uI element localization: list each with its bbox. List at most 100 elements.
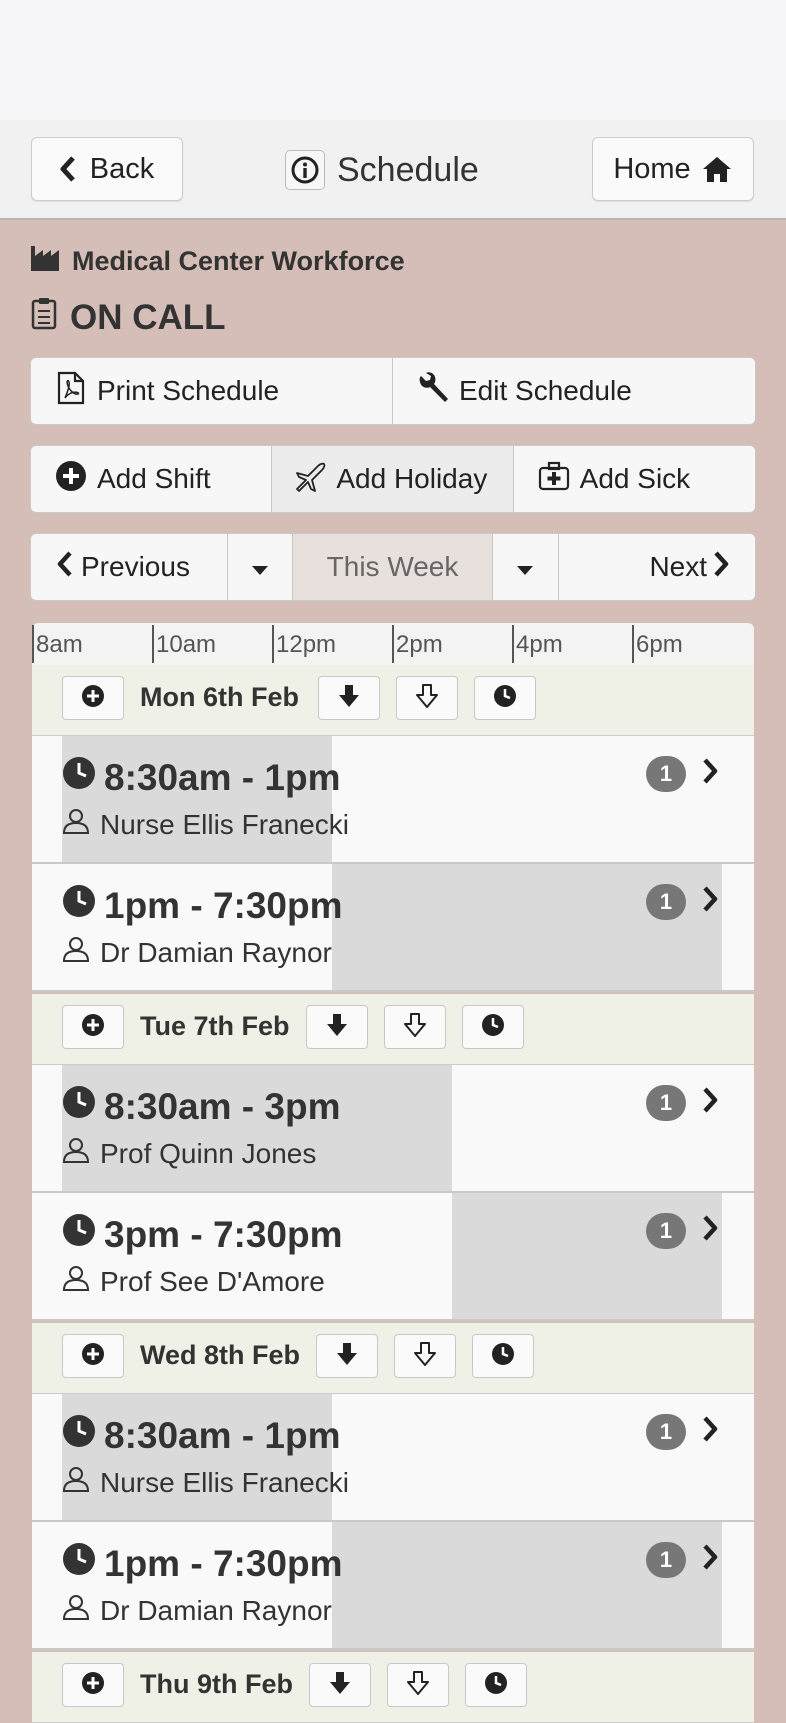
clock-icon [493, 684, 517, 713]
print-schedule-button[interactable]: Print Schedule [31, 358, 393, 424]
roster-name: ON CALL [70, 297, 226, 337]
download-solid-button[interactable] [316, 1334, 378, 1378]
add-day-shift-button[interactable] [62, 1005, 124, 1049]
user-icon [62, 1265, 90, 1298]
shift-time: 8:30am - 3pm [62, 1085, 341, 1128]
plus-circle-icon [81, 684, 105, 713]
clock-button[interactable] [462, 1005, 524, 1049]
day-label: Mon 6th Feb [140, 682, 299, 712]
shift-person: Nurse Ellis Franecki [62, 1466, 349, 1499]
shift-person: Nurse Ellis Franecki [62, 808, 349, 841]
plus-circle-icon [81, 1013, 105, 1042]
day-header: Mon 6th Feb [32, 665, 754, 736]
shift-row[interactable]: 8:30am - 1pm Nurse Ellis Franecki 1 [32, 1394, 754, 1522]
edit-schedule-button[interactable]: Edit Schedule [393, 358, 755, 424]
download-outline-button[interactable] [394, 1334, 456, 1378]
shift-person-name: Nurse Ellis Franecki [100, 808, 349, 840]
clock-icon [481, 1013, 505, 1042]
add-shift-button[interactable]: Add Shift [31, 446, 273, 512]
download-outline-button[interactable] [387, 1663, 449, 1707]
add-day-shift-button[interactable] [62, 676, 124, 720]
shift-time: 1pm - 7:30pm [62, 1542, 343, 1585]
plane-icon [294, 460, 326, 499]
chevron-right-icon[interactable] [702, 1087, 718, 1118]
count-badge: 1 [646, 1213, 686, 1249]
shift-time-text: 8:30am - 3pm [104, 1085, 341, 1127]
medkit-icon [538, 461, 570, 498]
clock-button[interactable] [474, 676, 536, 720]
add-day-shift-button[interactable] [62, 1334, 124, 1378]
chevron-right-icon[interactable] [702, 1215, 718, 1246]
user-icon [62, 1594, 90, 1627]
shift-row[interactable]: 3pm - 7:30pm Prof See D'Amore 1 [32, 1193, 754, 1321]
shift-person-name: Nurse Ellis Franecki [100, 1466, 349, 1498]
print-label: Print Schedule [97, 375, 280, 406]
count-badge: 1 [646, 1414, 686, 1450]
shift-row[interactable]: 8:30am - 1pm Nurse Ellis Franecki 1 [32, 736, 754, 864]
shift-person: Dr Damian Raynor [62, 1594, 332, 1627]
previous-button[interactable]: Previous [31, 534, 228, 600]
home-label: Home [613, 152, 691, 185]
arrow-down-outline-icon [407, 1670, 429, 1700]
download-solid-button[interactable] [309, 1663, 371, 1707]
shift-time-text: 8:30am - 1pm [104, 756, 341, 798]
shift-time-text: 8:30am - 1pm [104, 1414, 341, 1456]
count-badge: 1 [646, 756, 686, 792]
home-button[interactable]: Home [592, 137, 754, 201]
arrow-down-outline-icon [404, 1012, 426, 1042]
plus-circle-icon [55, 460, 87, 499]
day-header: Thu 9th Feb [32, 1652, 754, 1723]
shift-person-name: Dr Damian Raynor [100, 936, 332, 968]
app-header: Back Schedule Home [0, 120, 786, 220]
day-header: Wed 8th Feb [32, 1323, 754, 1394]
chevron-right-icon[interactable] [702, 1544, 718, 1575]
caret-down-icon [517, 551, 534, 583]
add-shift-label: Add Shift [97, 463, 211, 494]
shift-person: Prof See D'Amore [62, 1265, 325, 1298]
download-outline-button[interactable] [396, 676, 458, 720]
home-icon [701, 155, 733, 183]
arrow-down-outline-icon [416, 683, 438, 713]
chevron-right-icon[interactable] [702, 886, 718, 917]
add-holiday-button[interactable]: Add Holiday [272, 446, 514, 512]
shift-time: 8:30am - 1pm [62, 1414, 341, 1457]
chevron-left-icon [60, 156, 76, 182]
clock-icon [62, 756, 96, 799]
tick-label: 10am [152, 625, 216, 663]
next-label: Next [649, 551, 708, 582]
back-button[interactable]: Back [31, 137, 183, 201]
user-icon [62, 936, 90, 969]
clock-button[interactable] [472, 1334, 534, 1378]
chevron-right-icon[interactable] [702, 1416, 718, 1447]
this-week-button[interactable]: This Week [293, 534, 493, 600]
clock-button[interactable] [465, 1663, 527, 1707]
count-badge: 1 [646, 1542, 686, 1578]
add-sick-button[interactable]: Add Sick [514, 446, 755, 512]
download-solid-button[interactable] [306, 1005, 368, 1049]
arrow-down-icon [329, 1671, 351, 1700]
shift-time-text: 3pm - 7:30pm [104, 1213, 343, 1255]
next-button[interactable]: Next [559, 534, 755, 600]
schedule-actions: Print Schedule Edit Schedule [30, 357, 756, 425]
tick-label: 12pm [272, 625, 336, 663]
shift-row[interactable]: 1pm - 7:30pm Dr Damian Raynor 1 [32, 864, 754, 992]
download-solid-button[interactable] [318, 676, 380, 720]
day-label: Thu 9th Feb [140, 1669, 293, 1699]
chevron-right-icon[interactable] [702, 758, 718, 789]
arrow-down-icon [338, 684, 360, 713]
shift-person-name: Dr Damian Raynor [100, 1594, 332, 1626]
previous-dropdown[interactable] [228, 534, 294, 600]
shift-row[interactable]: 1pm - 7:30pm Dr Damian Raynor 1 [32, 1522, 754, 1650]
shift-row[interactable]: 8:30am - 3pm Prof Quinn Jones 1 [32, 1065, 754, 1193]
previous-label: Previous [81, 551, 190, 582]
organization: Medical Center Workforce [30, 244, 405, 279]
roster-title: ON CALL [30, 296, 226, 339]
file-pdf-icon [57, 371, 85, 412]
shift-person-name: Prof See D'Amore [100, 1265, 325, 1297]
add-day-shift-button[interactable] [62, 1663, 124, 1707]
clock-icon [484, 1671, 508, 1700]
clock-icon [62, 884, 96, 927]
download-outline-button[interactable] [384, 1005, 446, 1049]
next-dropdown[interactable] [493, 534, 559, 600]
info-icon[interactable] [285, 150, 325, 190]
